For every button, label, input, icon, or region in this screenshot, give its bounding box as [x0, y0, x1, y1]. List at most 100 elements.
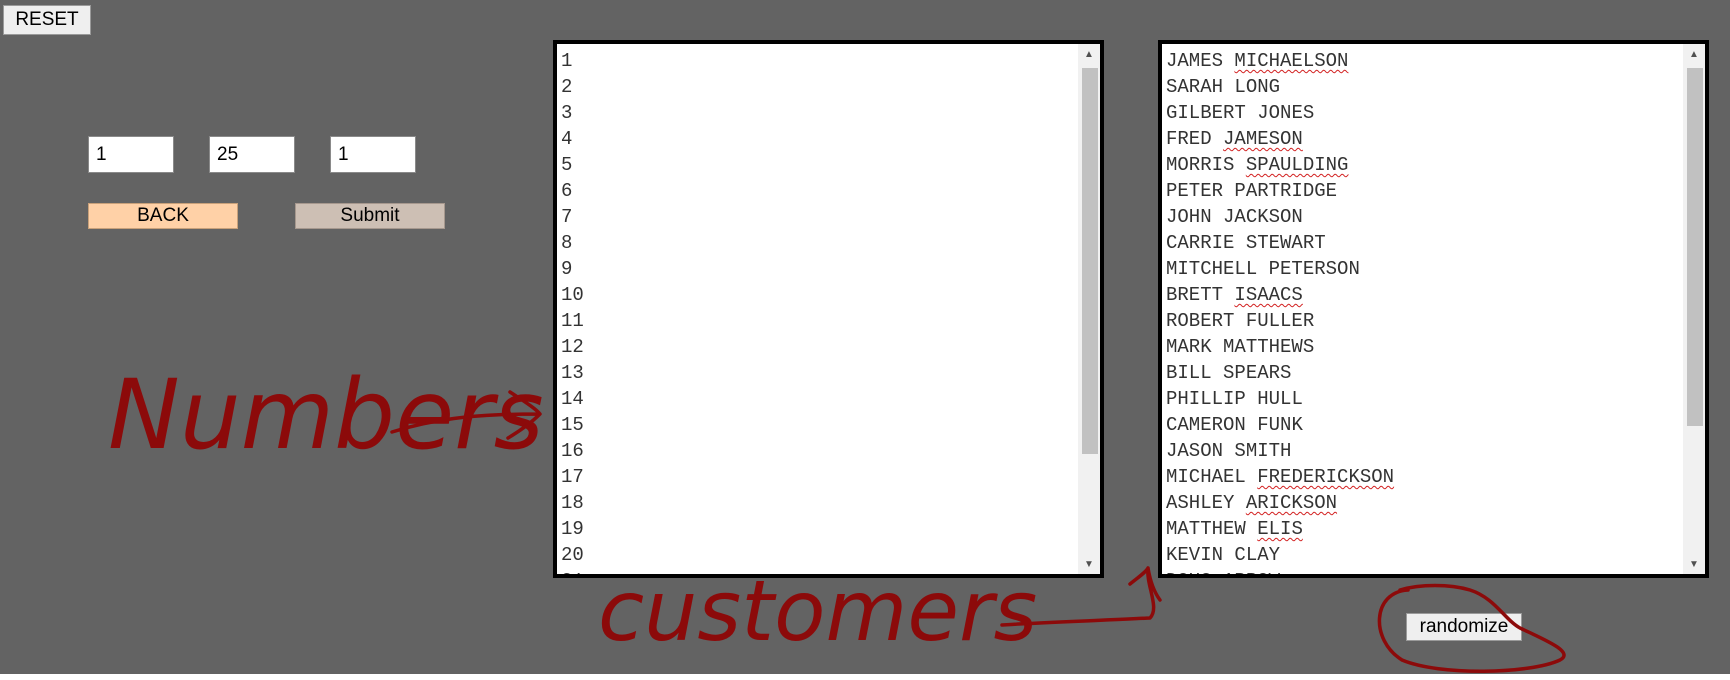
name-word: STEWART — [1245, 232, 1326, 254]
number-line: 2 — [561, 76, 573, 98]
number-line: 7 — [561, 206, 573, 228]
name-word: BRETT — [1166, 284, 1224, 306]
number-line: 14 — [561, 388, 584, 410]
back-button[interactable]: BACK — [88, 203, 238, 229]
start-number-input[interactable]: 1 — [88, 136, 174, 173]
name-word: PETERSON — [1268, 258, 1360, 280]
name-word: JASON — [1166, 440, 1224, 462]
name-word: FUNK — [1257, 414, 1303, 436]
name-word: SPAULDING — [1245, 154, 1349, 176]
number-line: 16 — [561, 440, 584, 462]
submit-button[interactable]: Submit — [295, 203, 445, 229]
step-number-input[interactable]: 1 — [330, 136, 416, 173]
customer-line: JOHN JACKSON — [1166, 204, 1394, 230]
customer-line: MATTHEW ELIS — [1166, 516, 1394, 542]
number-line: 20 — [561, 544, 584, 566]
name-word: CLAY — [1234, 544, 1281, 566]
name-word: FRED — [1166, 128, 1212, 150]
app-page: RESET 1 25 1 BACK Submit 1 2 3 4 5 6 7 8 9 10 11 12… — [0, 0, 1730, 674]
scroll-up-arrow-icon[interactable]: ▲ — [1683, 44, 1705, 64]
number-line: 6 — [561, 180, 573, 202]
name-word: LONG — [1234, 76, 1281, 98]
customer-line: BRETT ISAACS — [1166, 282, 1394, 308]
name-word: PHILLIP — [1166, 388, 1246, 410]
number-line: 18 — [561, 492, 584, 514]
number-line: 9 — [561, 258, 573, 280]
number-line: 19 — [561, 518, 584, 540]
customer-line: ASHLEY ARICKSON — [1166, 490, 1394, 516]
name-word: ARROW — [1223, 570, 1280, 574]
customer-line: MARK MATTHEWS — [1166, 334, 1394, 360]
customer-line: JASON SMITH — [1166, 438, 1394, 464]
name-word: MORRIS — [1166, 154, 1235, 176]
customer-line: CARRIE STEWART — [1166, 230, 1394, 256]
reset-button[interactable]: RESET — [3, 5, 91, 35]
numbers-list: 123456789101112131415161718192021 — [561, 48, 584, 574]
name-word: PETER — [1166, 180, 1224, 202]
name-word: CAMERON — [1166, 414, 1246, 436]
name-word: SMITH — [1234, 440, 1292, 462]
name-word: JACKSON — [1223, 206, 1303, 228]
name-word: ARICKSON — [1245, 492, 1338, 514]
customer-line: KEVIN CLAY — [1166, 542, 1394, 568]
number-line: 11 — [561, 310, 584, 332]
customers-list: JAMES MICHAELSON SARAH LONG GILBERT JONES F… — [1166, 48, 1395, 574]
number-line: 17 — [561, 466, 584, 488]
name-word: DOUG — [1166, 570, 1212, 574]
number-line: 3 — [561, 102, 573, 124]
numbers-textarea[interactable]: 123456789101112131415161718192021 ▲ ▼ — [553, 40, 1104, 578]
number-line: 8 — [561, 232, 573, 254]
number-line: 21 — [561, 568, 584, 574]
name-word: JAMES — [1166, 50, 1224, 72]
name-word: ISAACS — [1234, 284, 1303, 306]
name-word: JAMESON — [1223, 128, 1303, 150]
number-line: 15 — [561, 414, 584, 436]
name-word: FREDERICKSON — [1257, 466, 1395, 488]
name-word: MITCHELL — [1166, 258, 1258, 280]
name-word: ELIS — [1257, 518, 1303, 540]
customer-line: SARAH LONG — [1166, 74, 1394, 100]
scroll-thumb[interactable] — [1687, 68, 1703, 426]
name-word: MATTHEW — [1166, 518, 1246, 540]
name-word: MARK — [1166, 336, 1212, 358]
numbers-scrollbar[interactable]: ▲ ▼ — [1078, 44, 1100, 574]
customer-line: PETER PARTRIDGE — [1166, 178, 1394, 204]
name-word: MICHAEL — [1166, 466, 1246, 488]
number-line: 12 — [561, 336, 584, 358]
name-word: JOHN — [1166, 206, 1212, 228]
number-line: 10 — [561, 284, 584, 306]
name-word: BILL — [1166, 362, 1212, 384]
customer-line: JAMES MICHAELSON — [1166, 48, 1394, 74]
name-word: MICHAELSON — [1234, 50, 1349, 72]
number-line: 4 — [561, 128, 573, 150]
name-word: ASHLEY — [1166, 492, 1235, 514]
customers-scrollbar[interactable]: ▲ ▼ — [1683, 44, 1705, 574]
scroll-up-arrow-icon[interactable]: ▲ — [1078, 44, 1100, 64]
customer-line: FRED JAMESON — [1166, 126, 1394, 152]
customer-line: MORRIS SPAULDING — [1166, 152, 1394, 178]
name-word: KEVIN — [1166, 544, 1224, 566]
customers-textarea[interactable]: JAMES MICHAELSON SARAH LONG GILBERT JONES F… — [1158, 40, 1709, 578]
scroll-thumb[interactable] — [1082, 68, 1098, 454]
name-word: SARAH — [1166, 76, 1224, 98]
name-word: GILBERT — [1166, 102, 1246, 124]
customer-line: BILL SPEARS — [1166, 360, 1394, 386]
name-word: PARTRIDGE — [1234, 180, 1338, 202]
customer-line: MITCHELL PETERSON — [1166, 256, 1394, 282]
name-word: CARRIE — [1166, 232, 1235, 254]
scroll-down-arrow-icon[interactable]: ▼ — [1683, 554, 1705, 574]
number-line: 5 — [561, 154, 573, 176]
number-line: 1 — [561, 50, 573, 72]
name-word: HULL — [1257, 388, 1303, 410]
customer-line: CAMERON FUNK — [1166, 412, 1394, 438]
customer-line: DOUG ARROW — [1166, 568, 1394, 574]
scroll-down-arrow-icon[interactable]: ▼ — [1078, 554, 1100, 574]
customer-line: GILBERT JONES — [1166, 100, 1394, 126]
name-word: FULLER — [1245, 310, 1315, 332]
end-number-input[interactable]: 25 — [209, 136, 295, 173]
name-word: JONES — [1257, 102, 1315, 124]
name-word: SPEARS — [1223, 362, 1292, 384]
name-word: MATTHEWS — [1223, 336, 1315, 358]
randomize-button[interactable]: randomize — [1406, 613, 1522, 641]
number-line: 13 — [561, 362, 584, 384]
